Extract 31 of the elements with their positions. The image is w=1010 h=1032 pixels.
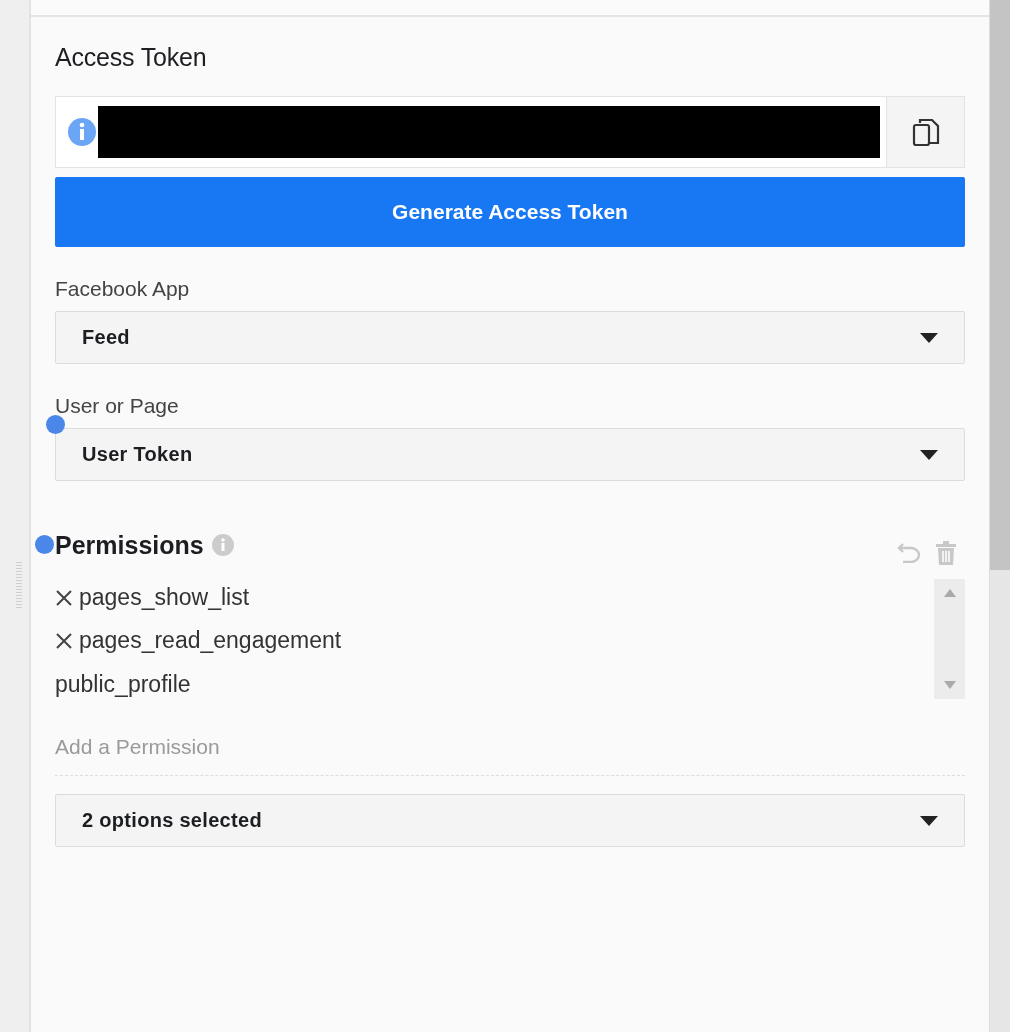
click-marker [46, 415, 65, 434]
section-title: Permissions [55, 530, 204, 560]
generate-button[interactable]: Generate Access Token [55, 177, 965, 247]
info-icon [211, 534, 234, 556]
copy-button[interactable] [886, 97, 964, 167]
field-label: User or Page [55, 394, 179, 418]
permission-item: public_profile [55, 670, 191, 698]
section-title: Access Token [55, 43, 208, 72]
dropdown-select[interactable]: User Token [55, 428, 965, 481]
dropdown-select[interactable]: Feed [55, 311, 965, 364]
click-marker [35, 535, 54, 554]
caret-icon [920, 332, 938, 343]
scrollbar[interactable] [934, 579, 965, 699]
field-label: Facebook App [55, 277, 190, 301]
scrollbar-thumb[interactable] [990, 0, 1010, 570]
token-field[interactable] [55, 96, 965, 168]
remove-button[interactable] [55, 588, 73, 607]
scroll-up-icon[interactable] [943, 589, 956, 597]
close-icon [55, 588, 73, 607]
permission-item: pages_show_list [79, 584, 250, 612]
dropdown-select[interactable]: 2 options selected [55, 794, 965, 847]
scroll-down-icon[interactable] [943, 681, 956, 689]
trash-icon[interactable] [935, 541, 957, 565]
caret-icon [920, 815, 938, 826]
undo-icon[interactable] [897, 541, 921, 563]
remove-button[interactable] [55, 632, 73, 650]
caret-icon [920, 449, 938, 460]
permission-item: pages_read_engagement [79, 627, 342, 655]
close-icon [55, 632, 73, 650]
info-icon [68, 118, 96, 146]
permission-input[interactable]: Add a Permission [55, 735, 965, 759]
